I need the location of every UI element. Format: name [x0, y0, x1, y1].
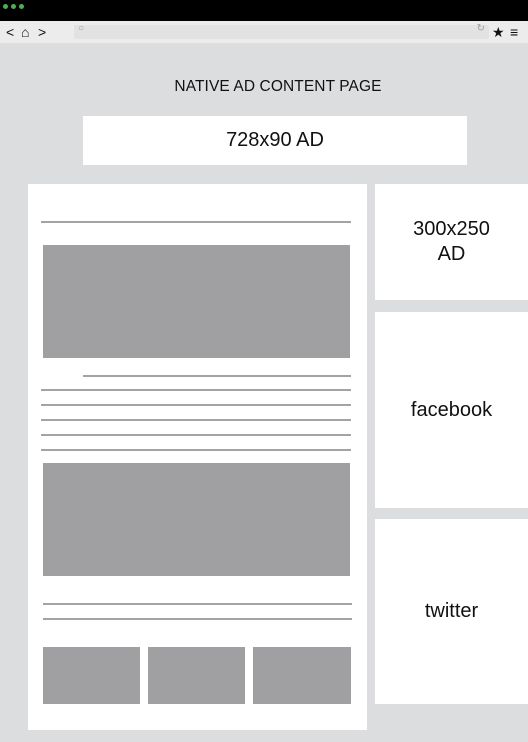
search-icon: ○ — [78, 23, 85, 34]
home-icon[interactable]: ⌂ — [21, 23, 29, 41]
thumbnail-placeholder — [253, 647, 351, 704]
reload-icon[interactable]: ↻ — [477, 23, 485, 34]
thumbnail-placeholder — [148, 647, 245, 704]
twitter-widget[interactable]: twitter — [375, 519, 528, 704]
text-line — [41, 419, 351, 421]
text-line — [41, 434, 351, 436]
text-line — [83, 375, 351, 377]
facebook-widget[interactable]: facebook — [375, 312, 528, 508]
facebook-widget-label: facebook — [410, 398, 493, 421]
minimize-window-dot[interactable] — [11, 4, 16, 9]
menu-icon[interactable]: ≡ — [510, 23, 518, 41]
twitter-widget-label: twitter — [424, 600, 479, 622]
text-line — [43, 618, 352, 620]
content-image-placeholder — [43, 463, 350, 576]
text-line — [43, 603, 352, 605]
browser-toolbar: < ⌂ > ○ ↻ ★ ≡ — [0, 21, 528, 43]
window-titlebar — [0, 0, 528, 21]
page-title: NATIVE AD CONTENT PAGE — [174, 78, 382, 95]
back-button[interactable]: < — [6, 23, 14, 41]
maximize-window-dot[interactable] — [19, 4, 24, 9]
text-line — [41, 404, 351, 406]
forward-button[interactable]: > — [38, 23, 46, 41]
leaderboard-ad-label: 728x90 AD — [226, 129, 324, 151]
leaderboard-ad[interactable]: 728x90 AD — [83, 116, 467, 165]
medium-rectangle-ad[interactable]: 300x250 AD — [375, 184, 528, 300]
address-bar[interactable]: ○ ↻ — [74, 23, 489, 39]
article-title-line — [41, 221, 351, 223]
medium-rectangle-ad-label: 300x250 AD — [413, 218, 490, 265]
bookmark-star-icon[interactable]: ★ — [492, 23, 505, 41]
article-content — [28, 184, 367, 730]
hero-image-placeholder — [43, 245, 350, 358]
text-line — [41, 449, 351, 451]
text-line — [41, 389, 351, 391]
thumbnail-placeholder — [43, 647, 140, 704]
close-window-dot[interactable] — [3, 4, 8, 9]
